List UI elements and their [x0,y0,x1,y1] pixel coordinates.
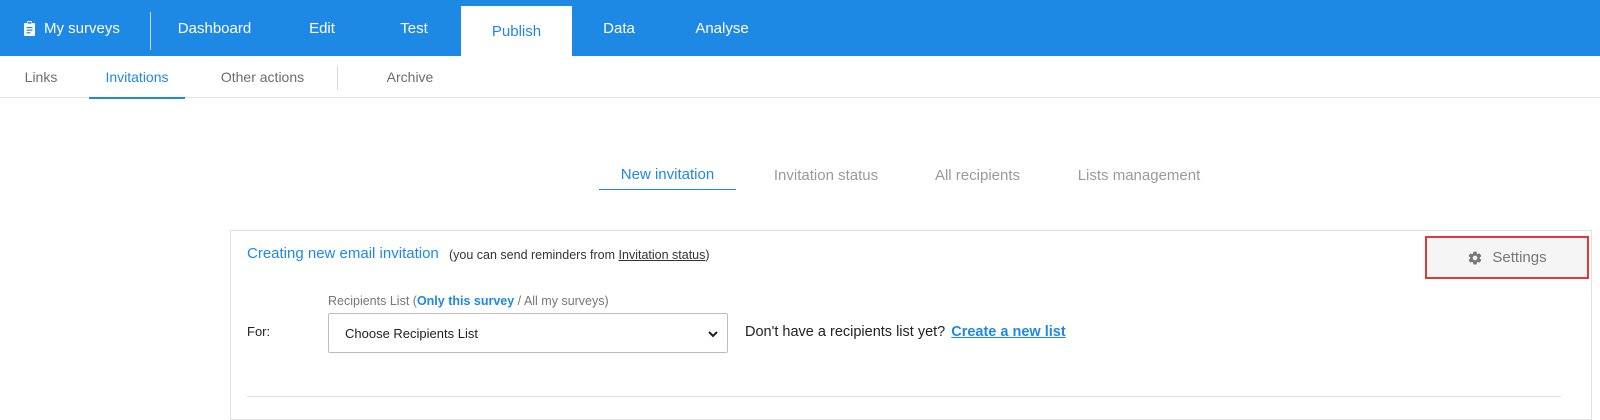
recipients-list-label: Recipients List (Only this survey / All … [328,294,609,308]
tab-label: Analyse [695,19,749,37]
tab-publish[interactable]: Publish [461,6,572,56]
note-suffix: ) [705,248,710,262]
sub-navbar: Links Invitations Other actions Archive [0,56,1600,99]
inner-tab-label: Invitation status [773,166,879,184]
tab-invitation-status[interactable]: Invitation status [760,160,892,190]
tab-label: Dashboard [177,19,252,37]
recipients-sep: / [514,294,524,308]
subtab-label: Other actions [220,69,305,85]
panel-note: (you can send reminders from Invitation … [449,248,710,262]
tab-analyse[interactable]: Analyse [666,0,778,56]
chevron-down-icon [708,331,718,338]
tab-label: Test [400,19,428,37]
select-value: Choose Recipients List [345,325,478,341]
tab-all-recipients[interactable]: All recipients [920,160,1035,190]
inner-tab-label: New invitation [620,166,715,183]
create-new-list-link[interactable]: Create a new list [951,324,1065,340]
clipboard-icon [24,20,35,36]
no-list-prompt: Don't have a recipients list yet? Create … [745,324,1066,340]
settings-button[interactable]: Settings [1425,236,1589,279]
recipients-list-select[interactable]: Choose Recipients List [328,313,728,353]
subtab-label: Archive [386,69,434,85]
only-this-survey-link[interactable]: Only this survey [417,294,514,308]
recipients-label-suffix: ) [604,294,609,308]
brand-divider [150,12,151,50]
subtab-invitations[interactable]: Invitations [89,56,185,99]
note-prefix: (you can send reminders from [449,248,616,262]
settings-label: Settings [1492,249,1547,266]
tab-dashboard[interactable]: Dashboard [152,0,277,56]
subnav-divider [337,66,338,90]
subtab-label: Invitations [105,69,169,85]
tab-label: Data [603,19,635,37]
for-label: For: [247,324,271,339]
all-my-surveys-link[interactable]: All my surveys [524,294,605,308]
tab-test[interactable]: Test [367,0,461,56]
tab-label: Publish [491,22,542,40]
no-list-text: Don't have a recipients list yet? [745,324,946,340]
my-surveys-link[interactable]: My surveys [0,0,150,56]
tab-data[interactable]: Data [572,0,666,56]
new-invitation-panel: Creating new email invitation (you can s… [230,230,1592,420]
inner-tab-label: All recipients [934,166,1021,184]
panel-title: Creating new email invitation [247,245,439,262]
tab-new-invitation[interactable]: New invitation [599,160,736,190]
tab-edit[interactable]: Edit [277,0,367,56]
gear-icon [1469,251,1482,264]
tab-lists-management[interactable]: Lists management [1070,160,1208,190]
subtab-other-actions[interactable]: Other actions [200,56,325,98]
top-navbar: My surveys Dashboard Edit Test Publish D… [0,0,1600,56]
recipients-label-prefix: Recipients List ( [328,294,417,308]
brand-label: My surveys [44,19,120,37]
subtab-links[interactable]: Links [0,56,82,98]
subtab-archive[interactable]: Archive [355,56,465,98]
subtab-label: Links [24,69,58,85]
panel-divider [247,396,1561,397]
inner-tab-label: Lists management [1077,166,1201,184]
invitation-status-link[interactable]: Invitation status [619,248,706,262]
tab-label: Edit [309,19,335,37]
